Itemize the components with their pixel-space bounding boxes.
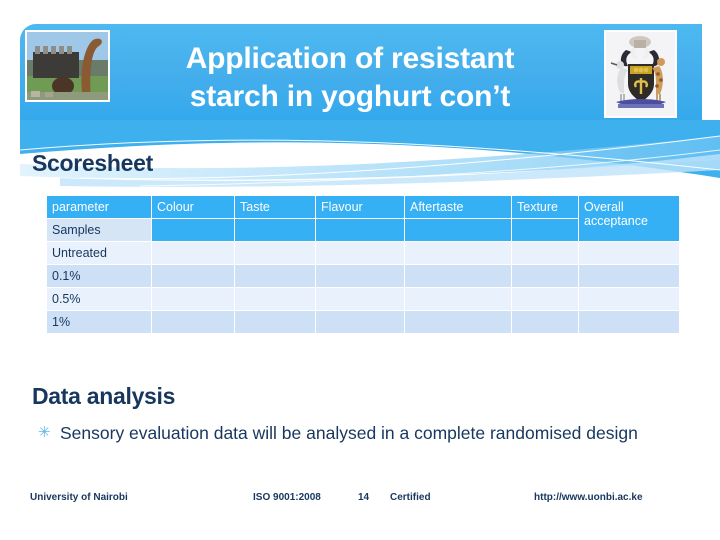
list-item: ✳ Sensory evaluation data will be analys…: [38, 421, 648, 445]
header-spacer-cell-4: [405, 219, 511, 241]
cell-untreated-overall[interactable]: [579, 242, 679, 264]
page-title-line-2: starch in yoghurt con’t: [189, 80, 511, 113]
cell-0-5-colour[interactable]: [152, 288, 234, 310]
page-title-line-1: Application of resistant: [185, 42, 515, 75]
row-label-untreated: Untreated: [47, 242, 151, 264]
cell-0-1-colour[interactable]: [152, 265, 234, 287]
cell-1-overall[interactable]: [579, 311, 679, 333]
footer-slide-number: 14: [358, 492, 370, 503]
cell-0-1-taste[interactable]: [235, 265, 315, 287]
cell-0-5-flavour[interactable]: [316, 288, 404, 310]
column-header-taste: Taste: [235, 196, 315, 218]
column-header-texture: Texture: [512, 196, 578, 218]
scoresheet-heading: Scoresheet: [32, 150, 154, 176]
university-coat-of-arms: [604, 30, 677, 118]
cell-1-taste[interactable]: [235, 311, 315, 333]
column-header-aftertaste: Aftertaste: [405, 196, 511, 218]
table-corner-label: parameter: [47, 196, 151, 218]
footer-website-url[interactable]: http://www.uonbi.ac.ke: [534, 492, 643, 503]
asterisk-bullet-icon: ✳: [38, 424, 51, 441]
cell-1-flavour[interactable]: [316, 311, 404, 333]
cell-untreated-taste[interactable]: [235, 242, 315, 264]
university-monument-photo: [25, 30, 110, 102]
table-row: 1%: [47, 311, 679, 333]
row-label-0-1-percent: 0.1%: [47, 265, 151, 287]
table-row-header-label: Samples: [47, 219, 151, 241]
page-title: Application of resistant starch in yoghu…: [110, 26, 590, 130]
footer-organisation: University of Nairobi: [30, 492, 128, 503]
cell-1-aftertaste[interactable]: [405, 311, 511, 333]
header-spacer-cell-2: [235, 219, 315, 241]
table-row: Untreated: [47, 242, 679, 264]
cell-untreated-colour[interactable]: [152, 242, 234, 264]
cell-0-5-overall[interactable]: [579, 288, 679, 310]
cell-1-colour[interactable]: [152, 311, 234, 333]
row-label-0-5-percent: 0.5%: [47, 288, 151, 310]
header-spacer-cell-1: [152, 219, 234, 241]
cell-0-1-flavour[interactable]: [316, 265, 404, 287]
list-item-label: Sensory evaluation data will be analysed…: [60, 423, 638, 443]
column-header-overall-acceptance: Overall acceptance: [579, 196, 679, 241]
footer-certified-label: Certified: [390, 492, 431, 503]
table-row: 0.1%: [47, 265, 679, 287]
data-analysis-heading: Data analysis: [32, 383, 176, 409]
cell-untreated-flavour[interactable]: [316, 242, 404, 264]
header-spacer-cell-5: [512, 219, 578, 241]
table-row: 0.5%: [47, 288, 679, 310]
scoresheet-table: parameter Colour Taste Flavour Aftertast…: [46, 195, 680, 334]
column-header-colour: Colour: [152, 196, 234, 218]
cell-0-5-texture[interactable]: [512, 288, 578, 310]
cell-0-5-aftertaste[interactable]: [405, 288, 511, 310]
cell-0-1-overall[interactable]: [579, 265, 679, 287]
table-header-row: parameter Colour Taste Flavour Aftertast…: [47, 196, 679, 241]
header-spacer-cell-3: [316, 219, 404, 241]
data-analysis-bullet-list: ✳ Sensory evaluation data will be analys…: [38, 421, 648, 445]
slide-footer: University of Nairobi ISO 9001:2008 14 C…: [0, 492, 720, 512]
footer-iso-standard: ISO 9001:2008: [253, 492, 321, 503]
cell-0-1-texture[interactable]: [512, 265, 578, 287]
cell-0-5-taste[interactable]: [235, 288, 315, 310]
cell-0-1-aftertaste[interactable]: [405, 265, 511, 287]
cell-1-texture[interactable]: [512, 311, 578, 333]
cell-untreated-aftertaste[interactable]: [405, 242, 511, 264]
cell-untreated-texture[interactable]: [512, 242, 578, 264]
column-header-flavour: Flavour: [316, 196, 404, 218]
row-label-1-percent: 1%: [47, 311, 151, 333]
